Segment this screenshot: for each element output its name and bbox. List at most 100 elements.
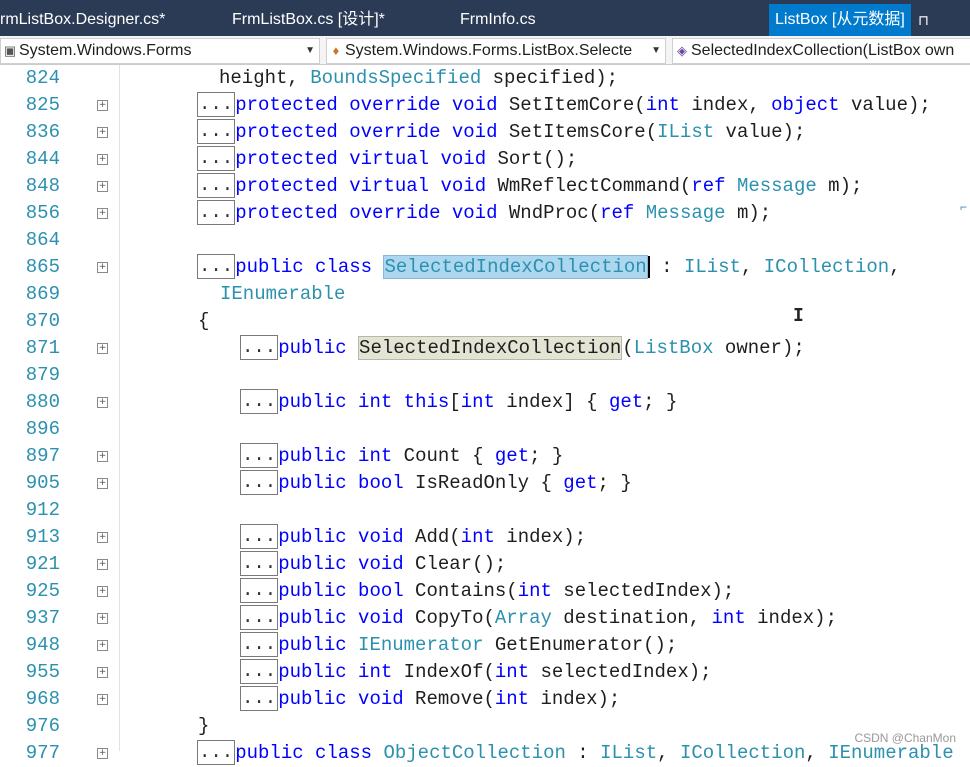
collapsed-region-button[interactable]: ... — [197, 740, 236, 766]
code-line[interactable]: 897 +... public int Count { get; } — [0, 443, 970, 470]
code-text[interactable]: ... public void CopyTo(Array destination,… — [240, 605, 837, 632]
collapsed-region-button[interactable]: ... — [197, 92, 236, 118]
expand-icon[interactable]: + — [97, 586, 108, 597]
expand-icon[interactable]: + — [97, 451, 108, 462]
collapsed-region-button[interactable]: ... — [240, 686, 279, 712]
code-line[interactable]: 921 +... public void Clear(); — [0, 551, 970, 578]
code-text[interactable]: ... public void Remove(int index); — [240, 686, 620, 713]
collapsed-region-button[interactable]: ... — [197, 200, 236, 226]
expand-icon[interactable]: + — [97, 100, 108, 111]
tab-frminfo[interactable]: FrmInfo.cs — [460, 6, 536, 34]
code-text[interactable]: { — [198, 308, 209, 335]
code-text[interactable]: height, BoundsSpecified specified); — [219, 65, 618, 92]
line-number: 844 — [25, 148, 60, 170]
code-text[interactable]: ... protected virtual void WmReflectComma… — [197, 173, 862, 200]
expand-icon[interactable]: + — [97, 208, 108, 219]
code-text[interactable]: ... public bool IsReadOnly { get; } — [240, 470, 632, 497]
tab-listbox-metadata[interactable]: ListBox [从元数据] — [769, 4, 911, 36]
code-text[interactable]: ... public void Add(int index); — [240, 524, 586, 551]
collapsed-region-button[interactable]: ... — [240, 443, 279, 469]
code-text[interactable]: ... public bool Contains(int selectedInde… — [240, 578, 734, 605]
code-text[interactable]: ... protected override void SetItemCore(i… — [197, 92, 931, 119]
code-line[interactable]: 905 +... public bool IsReadOnly { get; } — [0, 470, 970, 497]
code-text[interactable]: ... public int Count { get; } — [240, 443, 563, 470]
collapsed-region-button[interactable]: ... — [240, 470, 279, 496]
code-line[interactable]: 825 +... protected override void SetItemCo… — [0, 92, 970, 119]
expand-icon[interactable]: + — [97, 262, 108, 273]
collapsed-region-button[interactable]: ... — [197, 173, 236, 199]
code-line[interactable]: 955 +... public int IndexOf(int selectedIn… — [0, 659, 970, 686]
expand-icon[interactable]: + — [97, 748, 108, 759]
collapsed-region-button[interactable]: ... — [197, 146, 236, 172]
collapsed-region-button[interactable]: ... — [197, 119, 236, 145]
expand-icon[interactable]: + — [97, 397, 108, 408]
collapsed-region-button[interactable]: ... — [240, 659, 279, 685]
member-dropdown[interactable]: ◈ SelectedIndexCollection(ListBox own — [672, 38, 970, 64]
expand-icon[interactable]: + — [97, 343, 108, 354]
collapsed-region-button[interactable]: ... — [240, 578, 279, 604]
code-line[interactable]: 865 +... public class SelectedIndexCollect… — [0, 254, 970, 281]
code-line[interactable]: 968 +... public void Remove(int index); — [0, 686, 970, 713]
type-token: ICollection — [763, 256, 890, 278]
code-text[interactable]: ... public int IndexOf(int selectedIndex)… — [240, 659, 712, 686]
expand-icon[interactable]: + — [97, 532, 108, 543]
code-line[interactable]: 824 height, BoundsSpecified specified); — [0, 65, 970, 92]
collapsed-region-button[interactable]: ... — [240, 524, 279, 550]
code-text[interactable]: ... public IEnumerator GetEnumerator(); — [240, 632, 677, 659]
collapsed-region-button[interactable]: ... — [240, 632, 279, 658]
code-line[interactable]: 912 — [0, 497, 970, 524]
type-token: IEnumerable — [220, 283, 346, 305]
code-line[interactable]: 869 IEnumerable — [0, 281, 970, 308]
code-line[interactable]: 925 +... public bool Contains(int selected… — [0, 578, 970, 605]
code-text[interactable]: ... protected override void WndProc(ref M… — [197, 200, 771, 227]
code-text[interactable]: ... public class ObjectCollection : IList… — [197, 740, 954, 767]
code-line[interactable]: 864 — [0, 227, 970, 254]
code-text[interactable]: ... public class SelectedIndexCollection … — [197, 254, 901, 281]
expand-icon[interactable]: + — [97, 640, 108, 651]
code-text[interactable]: ... public int this[int index] { get; } — [240, 389, 677, 416]
code-editor[interactable]: 824 height, BoundsSpecified specified); 82… — [0, 65, 970, 766]
code-line[interactable]: 880 +... public int this[int index] { get;… — [0, 389, 970, 416]
project-dropdown[interactable]: ▣ System.Windows.Forms ▼ — [0, 38, 320, 64]
code-text[interactable]: ... public SelectedIndexCollection(ListBo… — [240, 335, 805, 362]
code-text[interactable]: ... protected override void SetItemsCore(… — [197, 119, 805, 146]
code-line[interactable]: 977 +... public class ObjectCollection : I… — [0, 740, 970, 767]
code-line[interactable]: 836 +... protected override void SetItemsC… — [0, 119, 970, 146]
code-line[interactable]: 976} — [0, 713, 970, 740]
code-text[interactable]: ... protected virtual void Sort(); — [197, 146, 577, 173]
expand-icon[interactable]: + — [97, 613, 108, 624]
code-text[interactable]: } — [198, 713, 209, 740]
expand-icon[interactable]: + — [97, 559, 108, 570]
collapsed-region-button[interactable]: ... — [197, 254, 236, 280]
tab-frmlistbox-design[interactable]: FrmListBox.cs [设计]* — [232, 6, 385, 34]
code-line[interactable]: 844 + ... protected virtual void Sort(); — [0, 146, 970, 173]
code-line[interactable]: 870 { — [0, 308, 970, 335]
code-line[interactable]: 848 +... protected virtual void WmReflectC… — [0, 173, 970, 200]
expand-icon[interactable]: + — [97, 154, 108, 165]
collapsed-region-button[interactable]: ... — [240, 551, 279, 577]
code-line[interactable]: 879 — [0, 362, 970, 389]
collapsed-region-button[interactable]: ... — [240, 605, 279, 631]
expand-icon[interactable]: + — [97, 667, 108, 678]
type-dropdown[interactable]: ♦ System.Windows.Forms.ListBox.Selecte ▼ — [326, 38, 666, 64]
pin-icon[interactable]: ⊓ — [918, 4, 929, 36]
code-line[interactable]: 937 +... public void CopyTo(Array destinat… — [0, 605, 970, 632]
code-line[interactable]: 913 +... public void Add(int index); — [0, 524, 970, 551]
code-text[interactable]: IEnumerable — [220, 281, 345, 308]
code-line[interactable]: 856 +... protected override void WndProc(r… — [0, 200, 970, 227]
code-line[interactable]: 948 +... public IEnumerator GetEnumerator(… — [0, 632, 970, 659]
keyword-token: get — [563, 472, 598, 494]
code-line[interactable]: 871 +... public SelectedIndexCollection(Li… — [0, 335, 970, 362]
tab-listbox-designer[interactable]: rmListBox.Designer.cs* — [0, 6, 165, 34]
code-text[interactable]: ... public void Clear(); — [240, 551, 506, 578]
collapsed-region-button[interactable]: ... — [240, 389, 279, 415]
code-line[interactable]: 896 — [0, 416, 970, 443]
expand-icon[interactable]: + — [97, 181, 108, 192]
expand-icon[interactable]: + — [97, 694, 108, 705]
collapsed-region-button[interactable]: ... — [240, 335, 279, 361]
expand-icon[interactable]: + — [97, 478, 108, 489]
expand-icon[interactable]: + — [97, 127, 108, 138]
